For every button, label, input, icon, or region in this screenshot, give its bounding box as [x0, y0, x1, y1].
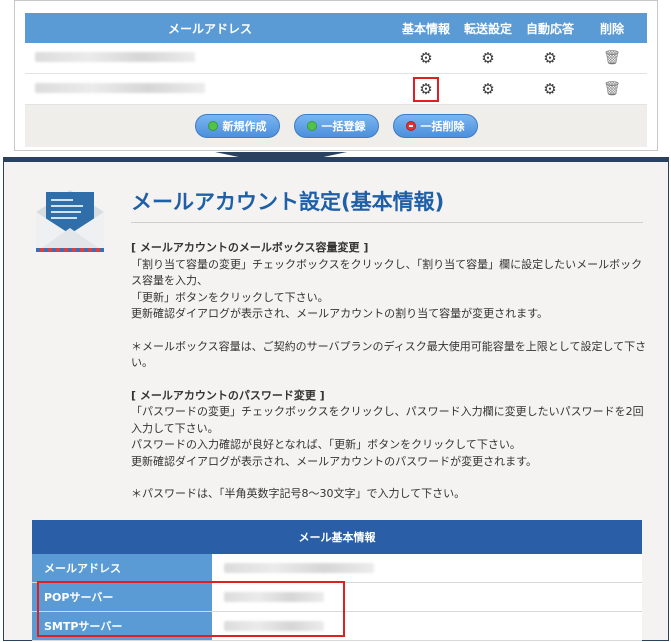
- instruction-note: ＊メールボックス容量は、ご契約のサーバプランのディスク最大使用可能容量を上限とし…: [131, 339, 647, 370]
- gear-icon[interactable]: ⚙: [413, 76, 439, 102]
- instructions: [ メールアカウントのメールボックス容量変更 ] 「割り当て容量の変更」チェック…: [131, 240, 651, 503]
- account-list-panel: メールアドレス 基本情報 転送設定 自動応答 削除 ⚙ ⚙ ⚙ 🗑 ⚙ ⚙ ⚙ …: [14, 0, 658, 151]
- instruction-line: 「パスワードの変更」チェックボックスをクリックし、パスワード入力欄に変更したいパ…: [131, 405, 644, 435]
- instruction-note: ＊パスワードは、「半角英数字記号8～30文字」で入力して下さい。: [131, 487, 466, 500]
- highlight-box: [37, 581, 345, 637]
- header-auto-reply: 自動応答: [525, 21, 574, 36]
- gear-icon[interactable]: ⚙: [481, 81, 494, 97]
- gear-icon[interactable]: ⚙: [543, 50, 556, 66]
- instruction-line: 更新確認ダイアログが表示され、メールアカウントの割り当て容量が変更されます。: [131, 307, 549, 320]
- plus-circle-icon: [207, 121, 218, 131]
- instruction-line: 「更新」ボタンをクリックして下さい。: [131, 290, 329, 304]
- envelope-icon: [36, 190, 104, 252]
- trash-icon[interactable]: 🗑: [603, 51, 621, 65]
- action-button-bar: 新規作成 一括登録 一括削除: [25, 105, 647, 147]
- plus-circle-icon: [306, 121, 317, 131]
- instruction-line: パスワードの入力確認が良好となれば、「更新」ボタンをクリックして下さい。: [131, 438, 521, 451]
- header-forward-settings: 転送設定: [463, 21, 512, 36]
- header-delete: 削除: [599, 21, 624, 36]
- redacted-mail-address: [35, 52, 195, 62]
- table-row: ⚙ ⚙ ⚙ 🗑: [25, 74, 647, 105]
- section-heading: [ メールアカウントのメールボックス容量変更 ]: [131, 241, 369, 254]
- account-table-header: メールアドレス 基本情報 転送設定 自動応答 削除: [25, 13, 647, 43]
- page-title: メールアカウント設定(基本情報): [131, 190, 445, 214]
- title-divider: [131, 222, 643, 223]
- minus-circle-icon: [405, 121, 416, 131]
- create-button[interactable]: 新規作成: [194, 114, 280, 138]
- table-row: メールアドレス: [32, 554, 642, 583]
- header-mail-address: メールアドレス: [167, 21, 252, 36]
- redacted-mail-address: [35, 83, 205, 93]
- bulk-register-button[interactable]: 一括登録: [293, 114, 379, 138]
- instruction-line: 「割り当て容量の変更」チェックボックスをクリックし、「割り当て容量」欄に設定した…: [131, 257, 643, 288]
- instruction-line: 更新確認ダイアログが表示され、メールアカウントのパスワードが変更されます。: [131, 454, 538, 468]
- section-heading: [ メールアカウントのパスワード変更 ]: [131, 388, 325, 402]
- bulk-delete-button[interactable]: 一括削除: [392, 114, 478, 138]
- redacted-value: [224, 563, 374, 573]
- settings-panel: メールアカウント設定(基本情報) [ メールアカウントのメールボックス容量変更 …: [3, 157, 669, 641]
- header-basic-info: 基本情報: [401, 21, 450, 36]
- gear-icon[interactable]: ⚙: [543, 81, 556, 97]
- gear-icon[interactable]: ⚙: [419, 50, 432, 66]
- trash-icon[interactable]: 🗑: [603, 82, 621, 96]
- gear-icon[interactable]: ⚙: [481, 50, 494, 66]
- label-mail-address: メールアドレス: [32, 554, 212, 582]
- info-table-heading: メール基本情報: [32, 520, 642, 554]
- table-row: ⚙ ⚙ ⚙ 🗑: [25, 43, 647, 74]
- account-table: メールアドレス 基本情報 転送設定 自動応答 削除 ⚙ ⚙ ⚙ 🗑 ⚙ ⚙ ⚙ …: [25, 13, 647, 147]
